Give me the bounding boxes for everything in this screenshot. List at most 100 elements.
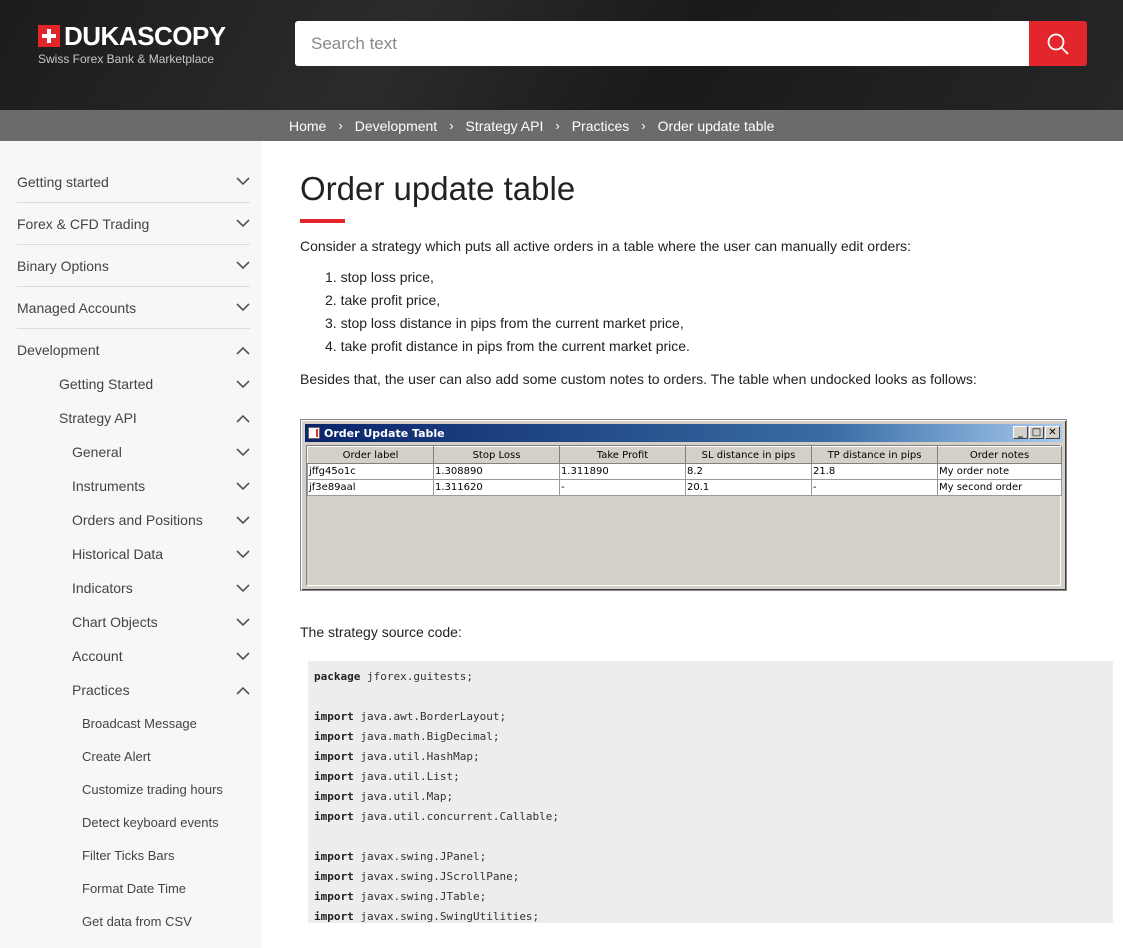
window-title: Order Update Table [324, 426, 445, 440]
sidebar-item-label: Chart Objects [72, 614, 158, 630]
code-line: package jforex.guitests; [314, 670, 473, 683]
sidebar-item-chart-objects[interactable]: Chart Objects [72, 605, 250, 639]
column-header: Order notes [937, 446, 1062, 464]
table-cell: - [559, 479, 686, 496]
source-code-label: The strategy source code: [300, 624, 462, 640]
sidebar-item-label: Format Date Time [82, 881, 187, 896]
code-line: import javax.swing.JScrollPane; [314, 870, 520, 883]
chevron-down-icon [236, 513, 250, 527]
table-cell: My second order [937, 479, 1062, 496]
besides-paragraph: Besides that, the user can also add some… [300, 371, 977, 387]
sidebar-item-practices[interactable]: Practices [72, 673, 250, 707]
maximize-icon: □ [1029, 426, 1044, 439]
dukascopy-logo[interactable]: DUKASCOPY Swiss Forex Bank & Marketplace [38, 21, 226, 66]
sidebar-item-label: Historical Data [72, 546, 164, 562]
chevron-right-icon: › [555, 118, 560, 133]
table-cell: jf3e89aal [307, 479, 434, 496]
sidebar-item-label: Customize trading hours [82, 782, 223, 797]
search-button[interactable] [1029, 21, 1087, 66]
chevron-down-icon [236, 547, 250, 561]
chevron-down-icon [236, 259, 250, 273]
code-line: import java.util.List; [314, 770, 460, 783]
sidebar-item-managed-accounts[interactable]: Managed Accounts [17, 287, 250, 329]
column-header: Take Profit [559, 446, 686, 464]
java-icon [308, 427, 320, 439]
table-row: jffg45o1c 1.308890 1.311890 8.2 21.8 My … [307, 463, 1062, 480]
sidebar-item-development[interactable]: Development [17, 329, 250, 371]
code-line: import java.util.Map; [314, 790, 454, 803]
chevron-down-icon [236, 377, 250, 391]
table-cell: 1.308890 [433, 463, 560, 480]
sidebar-item-binary-options[interactable]: Binary Options [17, 245, 250, 287]
code-line: import javax.swing.JPanel; [314, 850, 487, 863]
sidebar-item-instruments[interactable]: Instruments [72, 469, 250, 503]
search-input[interactable] [295, 21, 1030, 66]
page-title: Order update table [300, 170, 576, 207]
breadcrumb-development[interactable]: Development [355, 118, 438, 134]
table-row: jf3e89aal 1.311620 - 20.1 - My second or… [307, 479, 1062, 496]
sidebar-item-label: Orders and Positions [72, 512, 203, 528]
breadcrumb-home[interactable]: Home [289, 118, 326, 134]
site-header: DUKASCOPY Swiss Forex Bank & Marketplace [0, 0, 1123, 110]
sidebar-item-indicators[interactable]: Indicators [72, 571, 250, 605]
code-line: import javax.swing.SwingUtilities; [314, 910, 540, 923]
close-icon: ✕ [1045, 426, 1060, 439]
code-block[interactable]: package jforex.guitests; import java.awt… [308, 661, 1113, 923]
logo-wordmark: DUKASCOPY [64, 21, 226, 51]
sidebar-item-format-date-time[interactable]: Format Date Time [82, 872, 250, 905]
chevron-up-icon [236, 683, 250, 697]
sidebar-item-label: Binary Options [17, 257, 109, 274]
sidebar-item-create-alert[interactable]: Create Alert [82, 740, 250, 773]
breadcrumb-current: Order update table [657, 117, 775, 134]
sidebar-item-label: Detect keyboard events [82, 815, 219, 830]
logo-tagline: Swiss Forex Bank & Marketplace [38, 52, 215, 66]
chevron-down-icon [236, 217, 250, 231]
sidebar-item-label: Strategy API [59, 410, 137, 426]
code-line: import java.awt.BorderLayout; [314, 710, 507, 723]
chevron-right-icon: › [338, 118, 343, 133]
table-cell: 20.1 [685, 479, 812, 496]
table-cell: 21.8 [811, 463, 938, 480]
column-header: TP distance in pips [811, 446, 938, 464]
table-cell: My order note [937, 463, 1062, 480]
sidebar-item-customize-trading-hours[interactable]: Customize trading hours [82, 773, 250, 806]
sidebar-item-account[interactable]: Account [72, 639, 250, 673]
breadcrumb-practices[interactable]: Practices [572, 118, 630, 134]
sidebar-item-label: Indicators [72, 580, 133, 596]
breadcrumb-bar: Home › Development › Strategy API › Prac… [0, 110, 1123, 141]
sidebar-item-getting-started[interactable]: Getting started [17, 161, 250, 203]
sidebar-item-orders-positions[interactable]: Orders and Positions [72, 503, 250, 537]
list-item: 4. take profit distance in pips from the… [325, 338, 690, 354]
column-header: Order label [307, 446, 434, 464]
sidebar-item-label: Instruments [72, 478, 146, 494]
sidebar-item-label: Account [72, 648, 123, 664]
search-icon [1047, 33, 1069, 55]
feature-list: 1. stop loss price, 2. take profit price… [325, 266, 690, 358]
window-titlebar: Order Update Table _ □ ✕ [305, 424, 1062, 442]
sidebar-item-label: Broadcast Message [82, 716, 197, 731]
sidebar-item-get-data-from-csv[interactable]: Get data from CSV [82, 905, 250, 938]
sidebar-item-strategy-api[interactable]: Strategy API [59, 401, 250, 435]
sidebar-item-historical-data[interactable]: Historical Data [72, 537, 250, 571]
sidebar-item-detect-keyboard-events[interactable]: Detect keyboard events [82, 806, 250, 839]
sidebar-item-broadcast-message[interactable]: Broadcast Message [82, 707, 250, 740]
sidebar-item-label: Getting Started [59, 376, 154, 392]
sidebar-item-forex-cfd[interactable]: Forex & CFD Trading [17, 203, 250, 245]
list-item: 3. stop loss distance in pips from the c… [325, 315, 684, 331]
intro-paragraph: Consider a strategy which puts all activ… [300, 238, 911, 254]
chevron-down-icon [236, 301, 250, 315]
chevron-down-icon [236, 445, 250, 459]
table-header-row: Order label Stop Loss Take Profit SL dis… [307, 446, 1062, 464]
sidebar-item-label: Getting started [17, 173, 109, 190]
chevron-up-icon [236, 343, 250, 357]
sidebar-item-general[interactable]: General [72, 435, 250, 469]
sidebar-item-dev-getting-started[interactable]: Getting Started [59, 367, 250, 401]
table-cell: jffg45o1c [307, 463, 434, 480]
chevron-right-icon: › [641, 118, 646, 133]
sidebar-item-filter-ticks-bars[interactable]: Filter Ticks Bars [82, 839, 250, 872]
minimize-icon: _ [1013, 426, 1028, 439]
sidebar-nav: Getting started Forex & CFD Trading Bina… [0, 141, 262, 948]
sidebar-item-label: General [72, 444, 122, 460]
breadcrumb-strategy-api[interactable]: Strategy API [466, 118, 544, 134]
